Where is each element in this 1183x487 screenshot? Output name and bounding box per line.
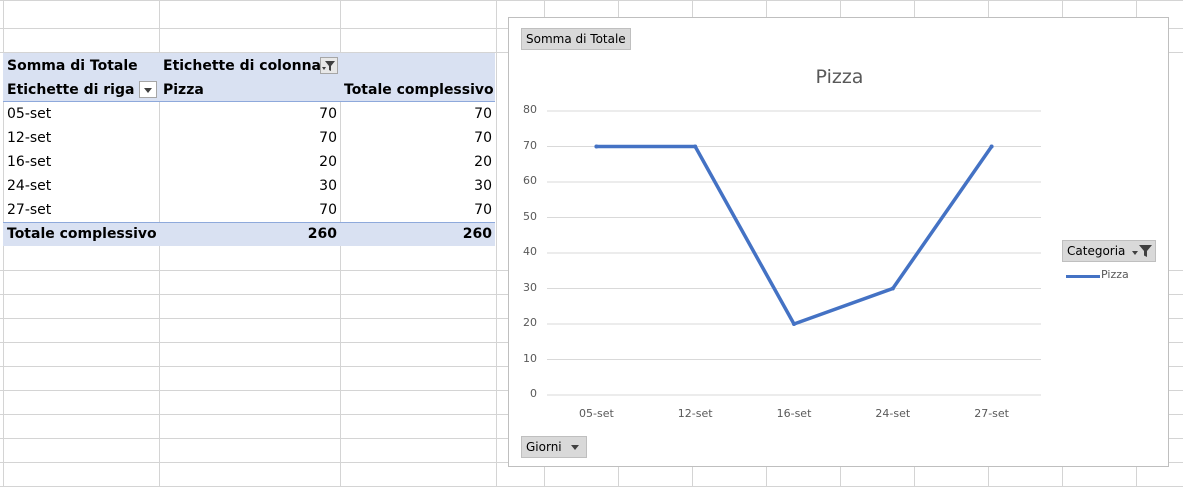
axis-field-button[interactable]: Giorni [521,436,587,458]
column-filter-button[interactable] [320,57,338,74]
legend-field-label: Categoria [1067,244,1126,258]
pivot-cell-total[interactable]: 30 [344,174,492,198]
pivot-cell-total[interactable]: 70 [344,126,492,150]
pivot-row-label[interactable]: 05-set [7,102,51,126]
y-tick-label: 10 [523,351,537,365]
pivot-value-field-label[interactable]: Somma di Totale [7,54,138,78]
pivot-cell-pizza[interactable]: 20 [163,150,337,174]
x-tick-label: 05-set [579,407,614,420]
y-tick-label: 80 [523,103,537,116]
pivot-cell-pizza[interactable]: 70 [163,102,337,126]
x-tick-label: 12-set [677,407,713,420]
filter-icon [1132,245,1152,257]
pivot-row-label[interactable]: 27-set [7,198,51,222]
pivot-row-label[interactable]: 24-set [7,174,51,198]
axis-field-label: Giorni [526,440,562,454]
pivot-row-label[interactable]: 12-set [7,126,51,150]
series-line-pizza[interactable] [594,144,994,326]
data-point[interactable] [890,286,895,291]
pivot-cell-pizza[interactable]: 70 [163,198,337,222]
y-tick-label: 50 [523,209,537,223]
x-tick-label: 16-set [776,407,812,420]
y-tick-label: 0 [530,387,537,400]
data-point[interactable] [693,144,698,149]
pivot-chart[interactable]: Somma di Totale Pizza 0 10 20 30 40 50 60 70 80 … [508,17,1169,467]
pivot-series-header: Pizza [163,82,204,98]
pivot-grand-total-label[interactable]: Totale complessivo [7,222,157,246]
y-tick-label: 60 [523,174,537,187]
dropdown-arrow-icon [144,87,152,93]
row-filter-button[interactable] [139,81,157,98]
legend-label: Pizza [1101,268,1129,281]
x-tick-label: 24-set [875,407,911,420]
legend-swatch [1066,275,1100,278]
y-tick-label: 40 [523,245,537,258]
data-point[interactable] [594,144,599,149]
x-tick-label: 27-set [974,407,1009,420]
pivot-row-label[interactable]: 16-set [7,150,51,174]
pivot-grand-total-header: Totale complessivo [344,82,494,98]
filter-icon [322,60,335,71]
dropdown-arrow-icon [570,445,579,450]
pivot-cell-pizza[interactable]: 30 [163,174,337,198]
y-tick-label: 20 [523,316,537,329]
y-tick-label: 30 [523,280,537,294]
pivot-cell-pizza[interactable]: 70 [163,126,337,150]
pivot-row-labels-title[interactable]: Etichette di riga [7,78,134,102]
pivot-cell-total[interactable]: 70 [344,198,492,222]
pivot-cell-total[interactable]: 20 [344,150,492,174]
pivot-grand-total-total[interactable]: 260 [344,222,492,246]
y-tick-label: 70 [523,138,537,152]
legend-field-button[interactable]: Categoria [1062,240,1156,262]
data-point[interactable] [792,322,796,326]
pivot-cell-total[interactable]: 70 [344,102,492,126]
pivot-grand-total-pizza[interactable]: 260 [163,222,337,246]
data-point[interactable] [989,144,994,149]
pivot-column-labels-title[interactable]: Etichette di colonna [163,54,321,78]
